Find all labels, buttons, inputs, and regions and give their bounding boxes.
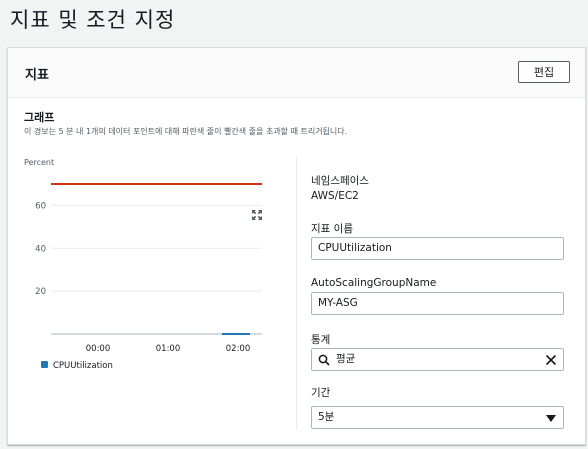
x-tick-label: 01:00 [156, 344, 181, 354]
statistic-search-input[interactable]: 평균 [311, 348, 564, 371]
column-divider [296, 156, 297, 430]
dimension-label: AutoScalingGroupName [311, 277, 437, 289]
period-select[interactable]: 5분 [311, 406, 564, 429]
namespace-label: 네임스페이스 [311, 175, 369, 187]
metrics-panel: 지표 편집 그래프 이 경보는 5 분 내 1개의 데이터 포인트에 대해 파란… [7, 47, 586, 445]
x-tick-label: 00:00 [86, 344, 111, 354]
graph-description: 이 경보는 5 분 내 1개의 데이터 포인트에 대해 파란색 줄이 빨간색 줄… [24, 127, 348, 136]
y-tick-label: 60 [35, 201, 46, 211]
panel-header: 지표 편집 [8, 48, 585, 98]
statistic-value: 평균 [336, 353, 356, 365]
panel-title: 지표 [25, 68, 49, 83]
edit-button[interactable]: 편집 [518, 61, 570, 83]
y-tick-label: 20 [35, 287, 46, 297]
clear-icon[interactable] [545, 354, 557, 366]
search-icon [318, 354, 330, 366]
y-axis-label: Percent [24, 158, 54, 167]
statistic-label: 통계 [311, 334, 331, 346]
caret-down-icon [546, 415, 556, 422]
legend-swatch [41, 361, 48, 368]
dimension-field[interactable]: MY-ASG [311, 292, 564, 315]
expand-icon[interactable] [251, 209, 263, 221]
page-title: 지표 및 조건 지정 [10, 8, 176, 32]
graph-label: 그래프 [24, 111, 55, 124]
legend-label: CPUUtilization [53, 361, 113, 371]
metric-chart: Percent 20 40 60 00:00 01:00 02:00 CPUUtilizati… [24, 158, 262, 371]
namespace-value: AWS/EC2 [311, 190, 359, 202]
y-tick-label: 40 [35, 244, 46, 254]
x-tick-label: 02:00 [226, 344, 251, 354]
metric-name-label: 지표 이름 [311, 223, 353, 235]
period-label: 기간 [311, 387, 331, 399]
metric-name-field[interactable]: CPUUtilization [311, 237, 564, 260]
period-value: 5분 [318, 411, 335, 423]
